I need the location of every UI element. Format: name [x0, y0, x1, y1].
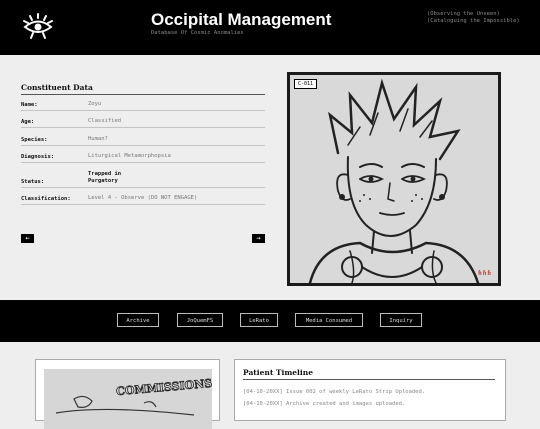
field-label: Species:: [21, 137, 48, 143]
field-row-age: Age: Classified: [21, 110, 265, 128]
nav-lerato[interactable]: LeRato: [240, 313, 278, 327]
field-value: Zoyu: [88, 101, 102, 107]
portrait-frame: C-011 ɦɦɦ: [287, 72, 501, 286]
field-row-diagnosis: Diagnosis: Liturgical Metamorphopsia: [21, 145, 265, 163]
field-value: Liturgical Metamorphopsia: [88, 153, 171, 159]
timeline-panel: Patient Timeline [04-10-20XX] Issue 002 …: [234, 359, 506, 421]
header-taglines: (Observing the Unseen) (Cataloguing the …: [427, 11, 520, 25]
constituent-data-heading: Constituent Data: [21, 83, 265, 95]
nav-inquiry[interactable]: Inquiry: [380, 313, 422, 327]
nav-media-consumed[interactable]: Media Consumed: [295, 313, 363, 327]
field-label: Age:: [21, 119, 35, 125]
prev-arrow-button[interactable]: ←: [21, 234, 34, 243]
timeline-entry: [04-10-20XX] Issue 002 of weekly LeRato …: [243, 389, 426, 395]
commissions-panel: COMMISSIONS: [35, 359, 220, 429]
field-label: Diagnosis:: [21, 154, 55, 160]
portrait-sketch: [290, 75, 498, 283]
field-label: Name:: [21, 102, 38, 108]
timeline-heading: Patient Timeline: [243, 368, 495, 380]
timeline-entry: [04-10-20XX] Archive created and images …: [243, 401, 406, 407]
field-row-classification: Classification: Level 4 - Observe (DO NO…: [21, 187, 265, 205]
main-nav: Archive JoQuemFS LeRato Media Consumed I…: [0, 300, 540, 342]
site-header: Occipital Management Database Of Cosmic …: [0, 0, 540, 55]
tagline: (Observing the Unseen): [427, 11, 500, 17]
commissions-image[interactable]: COMMISSIONS: [44, 369, 212, 429]
field-row-species: Species: Human?: [21, 127, 265, 146]
case-id-badge: C-011: [294, 79, 318, 89]
field-row-status: Status: Trapped in Purgatory: [21, 162, 265, 188]
eye-logo-icon[interactable]: [21, 11, 55, 41]
field-value: Level 4 - Observe (DO NOT ENGAGE): [88, 195, 198, 201]
tagline: (Cataloguing the Impossible): [427, 18, 520, 24]
field-value: Human?: [88, 136, 108, 142]
field-value: Trapped in Purgatory: [88, 171, 122, 184]
nav-joquemfs[interactable]: JoQuemFS: [177, 313, 223, 327]
site-subtitle: Database Of Cosmic Anomalies: [151, 30, 244, 36]
field-label: Status:: [21, 179, 45, 185]
portrait-image[interactable]: C-011 ɦɦɦ: [290, 75, 498, 283]
field-row-name: Name: Zoyu: [21, 95, 265, 111]
artist-signature: ɦɦɦ: [478, 270, 492, 277]
next-arrow-button[interactable]: →: [252, 234, 265, 243]
site-title: Occipital Management: [151, 10, 332, 29]
nav-archive[interactable]: Archive: [117, 313, 159, 327]
field-value: Classified: [88, 118, 122, 124]
field-label: Classification:: [21, 196, 71, 202]
commissions-sketch: COMMISSIONS: [44, 369, 212, 429]
